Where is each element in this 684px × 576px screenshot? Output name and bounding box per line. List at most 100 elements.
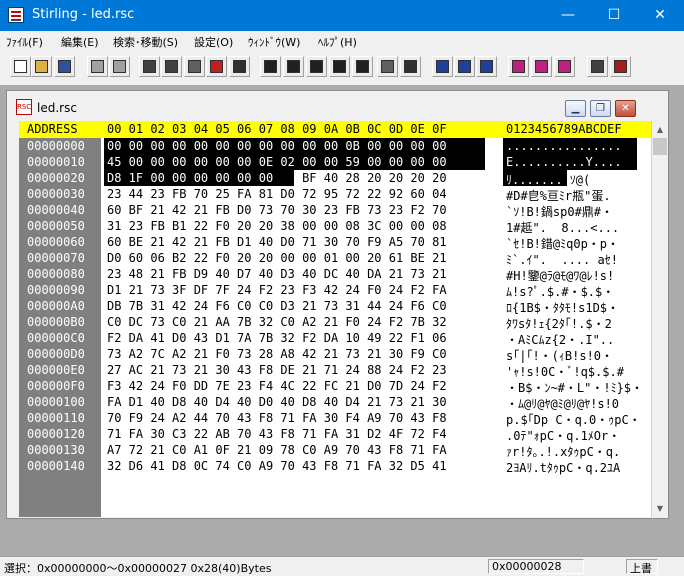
mark-button[interactable] <box>508 56 529 77</box>
row-hex[interactable]: 60 BE 21 42 21 FB D1 40 D0 71 30 70 F9 A… <box>107 235 447 249</box>
minimize-button[interactable]: — <box>545 0 591 31</box>
row-address: 00000120 <box>27 427 85 441</box>
scroll-up-arrow-icon[interactable]: ▲ <box>652 121 668 138</box>
table-row[interactable]: 000000A0 DB 7B 31 42 24 F6 C0 C0 D3 21 73… <box>19 298 651 315</box>
row-hex[interactable]: 32 D6 41 D8 0C 74 C0 A9 70 43 F8 71 FA 3… <box>107 459 447 473</box>
mark-next-button[interactable] <box>531 56 552 77</box>
undo-button[interactable] <box>87 56 108 77</box>
print-button[interactable] <box>587 56 608 77</box>
table-row[interactable]: 00000110 70 F9 24 A2 44 70 43 F8 71 FA 30… <box>19 410 651 427</box>
scroll-thumb[interactable] <box>653 138 667 155</box>
document-title: led.rsc <box>37 101 77 115</box>
table-row[interactable]: 00000030 23 44 23 FB 70 25 FA 81 D0 72 95… <box>19 186 651 203</box>
row-hex[interactable]: DB 7B 31 42 24 F6 C0 C0 D3 21 73 31 44 2… <box>107 299 447 313</box>
row-address: 00000040 <box>27 203 85 217</box>
row-hex[interactable]: 23 44 23 FB 70 25 FA 81 D0 72 95 72 22 9… <box>107 187 447 201</box>
table-row[interactable]: 000000B0 C0 DC 73 C0 21 AA 7B 32 C0 A2 21… <box>19 314 651 331</box>
jump-end-button[interactable] <box>454 56 475 77</box>
table-row[interactable]: 000000C0 F2 DA 41 D0 43 D1 7A 7B 32 F2 DA… <box>19 330 651 347</box>
jump-address-button[interactable] <box>476 56 497 77</box>
bookmark-button[interactable] <box>400 56 421 77</box>
compare-button[interactable] <box>377 56 398 77</box>
row-hex-selected: D8 1F 00 00 00 00 00 00 <box>107 171 281 185</box>
row-hex[interactable]: 00 00 00 00 00 00 00 00 00 00 00 0B 00 0… <box>107 139 447 153</box>
mdi-workspace: RSC led.rsc ▁ ❐ ✕ ADDRESS 00 01 02 03 04… <box>0 85 684 556</box>
replace-next-button[interactable] <box>352 56 373 77</box>
compare-icon <box>381 60 394 73</box>
menu-window[interactable]: ｳｨﾝﾄﾞｳ(W) <box>248 34 300 50</box>
help-book-button[interactable] <box>610 56 631 77</box>
row-hex[interactable]: D1 21 73 3F DF 7F 24 F2 23 F3 42 24 F0 2… <box>107 283 447 297</box>
redo-button[interactable] <box>109 56 130 77</box>
table-row[interactable]: 000000E0 27 AC 21 73 21 30 43 F8 DE 21 71… <box>19 362 651 379</box>
table-row[interactable]: 00000130 A7 72 21 C0 A1 0F 21 09 78 C0 A9… <box>19 442 651 459</box>
paste-button[interactable] <box>184 56 205 77</box>
table-row[interactable]: 00000040 60 BF 21 42 21 FB D0 73 70 30 23… <box>19 202 651 219</box>
table-row[interactable]: 00000000 00 00 00 00 00 00 00 00 00 00 00… <box>19 138 651 154</box>
copy-icon <box>165 60 178 73</box>
menu-settings[interactable]: 設定(O) <box>194 34 233 50</box>
table-row[interactable]: 00000120 71 FA 30 C3 22 AB 70 43 F8 71 FA… <box>19 426 651 443</box>
save-button[interactable] <box>54 56 75 77</box>
table-row[interactable]: 00000020 D8 1F 00 00 00 00 00 00 60 BF 40… <box>19 170 651 187</box>
table-row[interactable]: 00000010 45 00 00 00 00 00 00 0E 02 00 00… <box>19 154 651 170</box>
app-icon[interactable] <box>8 7 24 23</box>
new-button[interactable] <box>10 56 31 77</box>
cut-button[interactable] <box>139 56 160 77</box>
open-button[interactable] <box>31 56 52 77</box>
row-chars[interactable]: 2ﾖAﾘ.tﾀｩpC・q.2ﾕA <box>506 459 620 476</box>
insert-list-button[interactable] <box>229 56 250 77</box>
row-hex[interactable]: 31 23 FB B1 22 F0 20 20 38 00 00 08 3C 0… <box>107 219 447 233</box>
scroll-down-arrow-icon[interactable]: ▼ <box>652 500 668 517</box>
table-row[interactable]: 00000090 D1 21 73 3F DF 7F 24 F2 23 F3 42… <box>19 282 651 299</box>
toolbar <box>0 51 684 86</box>
row-hex[interactable]: D0 60 06 B2 22 F0 20 20 00 00 01 00 20 6… <box>107 251 447 265</box>
row-hex[interactable]: 45 00 00 00 00 00 00 0E 02 00 00 59 00 0… <box>107 155 447 169</box>
close-button[interactable]: ✕ <box>637 0 683 31</box>
row-hex[interactable]: 73 A2 7C A2 21 F0 73 28 A8 42 21 73 21 3… <box>107 347 447 361</box>
row-hex[interactable]: A7 72 21 C0 A1 0F 21 09 78 C0 A9 70 43 F… <box>107 443 447 457</box>
find-prev-button[interactable] <box>306 56 327 77</box>
table-row[interactable]: 000000D0 73 A2 7C A2 21 F0 73 28 A8 42 21… <box>19 346 651 363</box>
row-hex[interactable]: 27 AC 21 73 21 30 43 F8 DE 21 71 24 88 2… <box>107 363 447 377</box>
row-hex[interactable]: 71 FA 30 C3 22 AB 70 43 F8 71 FA 31 D2 4… <box>107 427 447 441</box>
row-hex[interactable]: 60 BF 21 42 21 FB D0 73 70 30 23 FB 73 2… <box>107 203 447 217</box>
jump-top-button[interactable] <box>432 56 453 77</box>
row-hex[interactable]: F2 DA 41 D0 43 D1 7A 7B 32 F2 DA 10 49 2… <box>107 331 447 345</box>
vertical-scrollbar[interactable]: ▲ ▼ <box>651 121 668 517</box>
find-button[interactable] <box>260 56 281 77</box>
row-address: 000000F0 <box>27 379 85 393</box>
row-hex[interactable]: FA D1 40 D8 40 D4 40 D0 40 D8 40 D4 21 7… <box>107 395 447 409</box>
row-chars[interactable]: ................ <box>506 139 622 153</box>
child-restore-button[interactable]: ❐ <box>590 100 611 117</box>
find-next-icon <box>287 60 300 73</box>
undo-icon <box>91 60 104 73</box>
table-row[interactable]: 00000080 23 48 21 FB D9 40 D7 40 D3 40 DC… <box>19 266 651 283</box>
maximize-button[interactable]: ☐ <box>591 0 637 31</box>
row-hex[interactable]: D8 1F 00 00 00 00 00 00 60 BF 40 28 20 2… <box>107 171 447 185</box>
menu-file[interactable]: ﾌｧｲﾙ(F) <box>6 34 43 50</box>
table-row[interactable]: 00000070 D0 60 06 B2 22 F0 20 20 00 00 01… <box>19 250 651 267</box>
row-chars[interactable]: E..........Y.... <box>506 155 622 169</box>
replace-next-icon <box>356 60 369 73</box>
row-hex[interactable]: F3 42 24 F0 DD 7E 23 F4 4C 22 FC 21 D0 7… <box>107 379 447 393</box>
delete-button[interactable] <box>206 56 227 77</box>
menu-edit[interactable]: 編集(E) <box>61 34 99 50</box>
row-hex[interactable]: 23 48 21 FB D9 40 D7 40 D3 40 DC 40 DA 2… <box>107 267 447 281</box>
menu-help[interactable]: ﾍﾙﾌﾟ(H) <box>318 34 357 50</box>
find-next-button[interactable] <box>283 56 304 77</box>
table-row[interactable]: 00000100 FA D1 40 D8 40 D4 40 D0 40 D8 40… <box>19 394 651 411</box>
menu-search-move[interactable]: 検索･移動(S) <box>113 34 178 50</box>
table-row[interactable]: 00000140 32 D6 41 D8 0C 74 C0 A9 70 43 F8… <box>19 458 651 476</box>
table-row[interactable]: 000000F0 F3 42 24 F0 DD 7E 23 F4 4C 22 FC… <box>19 378 651 395</box>
child-minimize-button[interactable]: ▁ <box>565 100 586 117</box>
child-close-button[interactable]: ✕ <box>615 100 636 117</box>
row-hex[interactable]: C0 DC 73 C0 21 AA 7B 32 C0 A2 21 F0 24 F… <box>107 315 447 329</box>
mark-prev-button[interactable] <box>554 56 575 77</box>
table-row[interactable]: 00000050 31 23 FB B1 22 F0 20 20 38 00 00… <box>19 218 651 235</box>
replace-button[interactable] <box>329 56 350 77</box>
row-hex[interactable]: 70 F9 24 A2 44 70 43 F8 71 FA 30 F4 A9 7… <box>107 411 447 425</box>
hex-grid[interactable]: ADDRESS 00 01 02 03 04 05 06 07 08 09 0A… <box>19 121 651 517</box>
table-row[interactable]: 00000060 60 BE 21 42 21 FB D1 40 D0 71 30… <box>19 234 651 251</box>
copy-button[interactable] <box>161 56 182 77</box>
